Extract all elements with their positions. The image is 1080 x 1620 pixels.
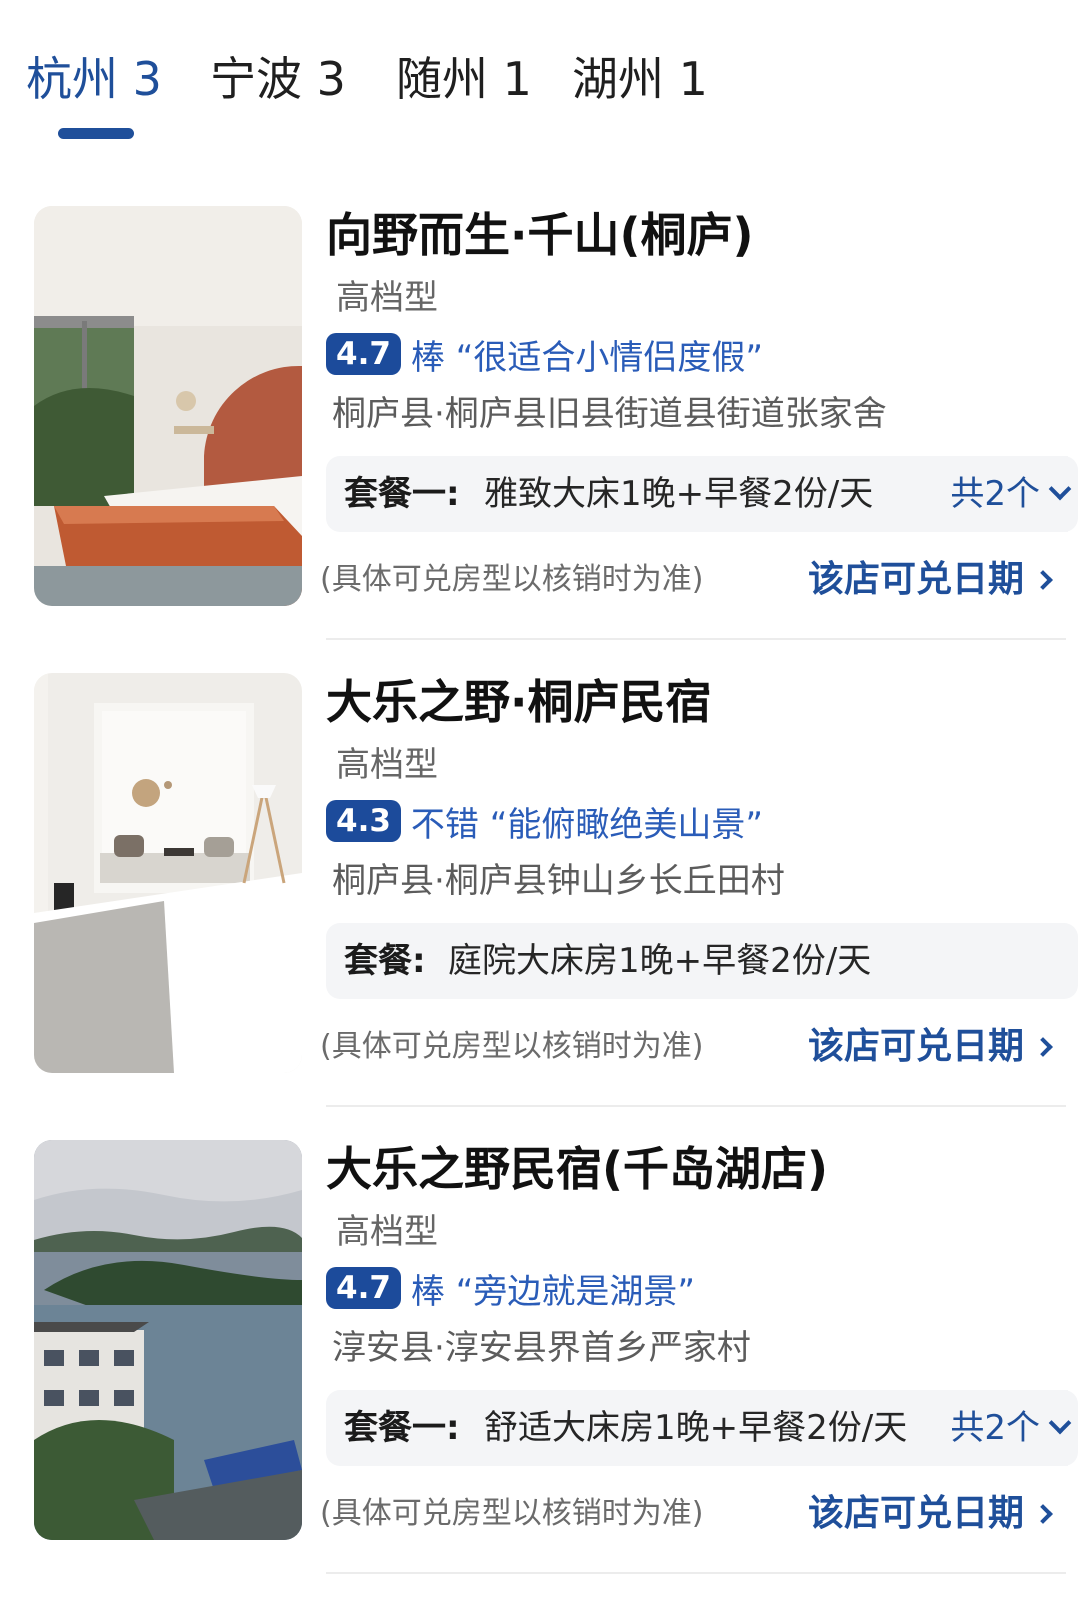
hotel-grade: 高档型 — [336, 1212, 438, 1252]
hotel-room-photo[interactable] — [34, 206, 302, 606]
room-type-note: (具体可兑房型以核销时为准) — [320, 1496, 704, 1531]
package-count-dropdown[interactable]: 共2个 — [926, 456, 1072, 532]
rating-row: 4.7 棒 “旁边就是湖景” — [326, 1264, 695, 1312]
package-row[interactable]: 套餐一: 雅致大床1晚+早餐2份/天 共2个 — [326, 456, 1078, 532]
package-label: 套餐: — [344, 941, 426, 981]
room-type-note: (具体可兑房型以核销时为准) — [320, 562, 704, 597]
chevron-right-icon — [1033, 1037, 1053, 1057]
tab-huzhou[interactable]: 湖州 1 — [572, 44, 708, 114]
hotel-name[interactable]: 大乐之野·桐庐民宿 — [326, 673, 711, 731]
tab-ningbo[interactable]: 宁波 3 — [210, 44, 346, 114]
score-badge: 4.7 — [326, 333, 401, 375]
hotel-info: 大乐之野民宿(千岛湖店) 高档型 4.7 棒 “旁边就是湖景” 淳安县·淳安县界… — [320, 1140, 1080, 1610]
available-dates-link[interactable]: 该店可兑日期 — [807, 1019, 1053, 1075]
package-label: 套餐一: — [344, 474, 460, 514]
hotel-name[interactable]: 大乐之野民宿(千岛湖店) — [326, 1140, 828, 1198]
package-count-label: 共2个 — [950, 474, 1040, 514]
score-badge: 4.3 — [326, 800, 401, 842]
package-label: 套餐一: — [344, 1408, 460, 1448]
chevron-down-icon — [1048, 477, 1072, 501]
hotel-address: 桐庐县·桐庐县旧县街道县街道张家舍 — [332, 394, 887, 434]
available-dates-link[interactable]: 该店可兑日期 — [807, 552, 1053, 608]
rating-row: 4.7 棒 “很适合小情侣度假” — [326, 330, 763, 378]
package-row[interactable]: 套餐: 庭院大床房1晚+早餐2份/天 — [326, 923, 1078, 999]
chevron-right-icon — [1033, 570, 1053, 590]
tab-hangzhou[interactable]: 杭州 3 — [26, 44, 162, 114]
hotel-address: 桐庐县·桐庐县钟山乡长丘田村 — [332, 861, 785, 901]
package-description: 舒适大床房1晚+早餐2份/天 — [484, 1408, 908, 1448]
package-row[interactable]: 套餐一: 舒适大床房1晚+早餐2份/天 共2个 — [326, 1390, 1078, 1466]
hotel-info: 大乐之野·桐庐民宿 高档型 4.3 不错 “能俯瞰绝美山景” 桐庐县·桐庐县钟山… — [320, 673, 1080, 1143]
hotel-name[interactable]: 向野而生·千山(桐庐) — [326, 206, 754, 264]
active-tab-indicator — [58, 128, 134, 139]
hotel-room-photo[interactable] — [34, 673, 302, 1073]
package-count-dropdown[interactable]: 共2个 — [926, 1390, 1072, 1466]
hotel-card[interactable]: 大乐之野民宿(千岛湖店) 高档型 4.7 棒 “旁边就是湖景” 淳安县·淳安县界… — [0, 1140, 1080, 1610]
city-tabs: 杭州 3 宁波 3 随州 1 湖州 1 — [0, 0, 1080, 170]
card-divider — [326, 638, 1066, 640]
card-divider — [326, 1105, 1066, 1107]
available-dates-label: 该店可兑日期 — [807, 559, 1024, 600]
hotel-card[interactable]: 大乐之野·桐庐民宿 高档型 4.3 不错 “能俯瞰绝美山景” 桐庐县·桐庐县钟山… — [0, 673, 1080, 1143]
package-description: 庭院大床房1晚+早餐2份/天 — [448, 941, 872, 981]
room-type-note: (具体可兑房型以核销时为准) — [320, 1029, 704, 1064]
rating-row: 4.3 不错 “能俯瞰绝美山景” — [326, 797, 763, 845]
score-badge: 4.7 — [326, 1267, 401, 1309]
available-dates-link[interactable]: 该店可兑日期 — [807, 1486, 1053, 1542]
hotel-info: 向野而生·千山(桐庐) 高档型 4.7 棒 “很适合小情侣度假” 桐庐县·桐庐县… — [320, 206, 1080, 676]
hotel-grade: 高档型 — [336, 278, 438, 318]
chevron-right-icon — [1033, 1504, 1053, 1524]
hotel-card[interactable]: 向野而生·千山(桐庐) 高档型 4.7 棒 “很适合小情侣度假” 桐庐县·桐庐县… — [0, 206, 1080, 676]
package-count-label: 共2个 — [950, 1408, 1040, 1448]
package-description: 雅致大床1晚+早餐2份/天 — [484, 474, 874, 514]
review-snippet: 棒 “很适合小情侣度假” — [410, 337, 763, 378]
chevron-down-icon — [1048, 1411, 1072, 1435]
hotel-grade: 高档型 — [336, 745, 438, 785]
available-dates-label: 该店可兑日期 — [807, 1026, 1024, 1067]
tab-suizhou[interactable]: 随州 1 — [396, 44, 532, 114]
review-snippet: 棒 “旁边就是湖景” — [410, 1271, 695, 1312]
lake-view-photo[interactable] — [34, 1140, 302, 1540]
card-divider — [326, 1572, 1066, 1574]
available-dates-label: 该店可兑日期 — [807, 1493, 1024, 1534]
hotel-address: 淳安县·淳安县界首乡严家村 — [332, 1328, 751, 1368]
review-snippet: 不错 “能俯瞰绝美山景” — [410, 804, 763, 845]
